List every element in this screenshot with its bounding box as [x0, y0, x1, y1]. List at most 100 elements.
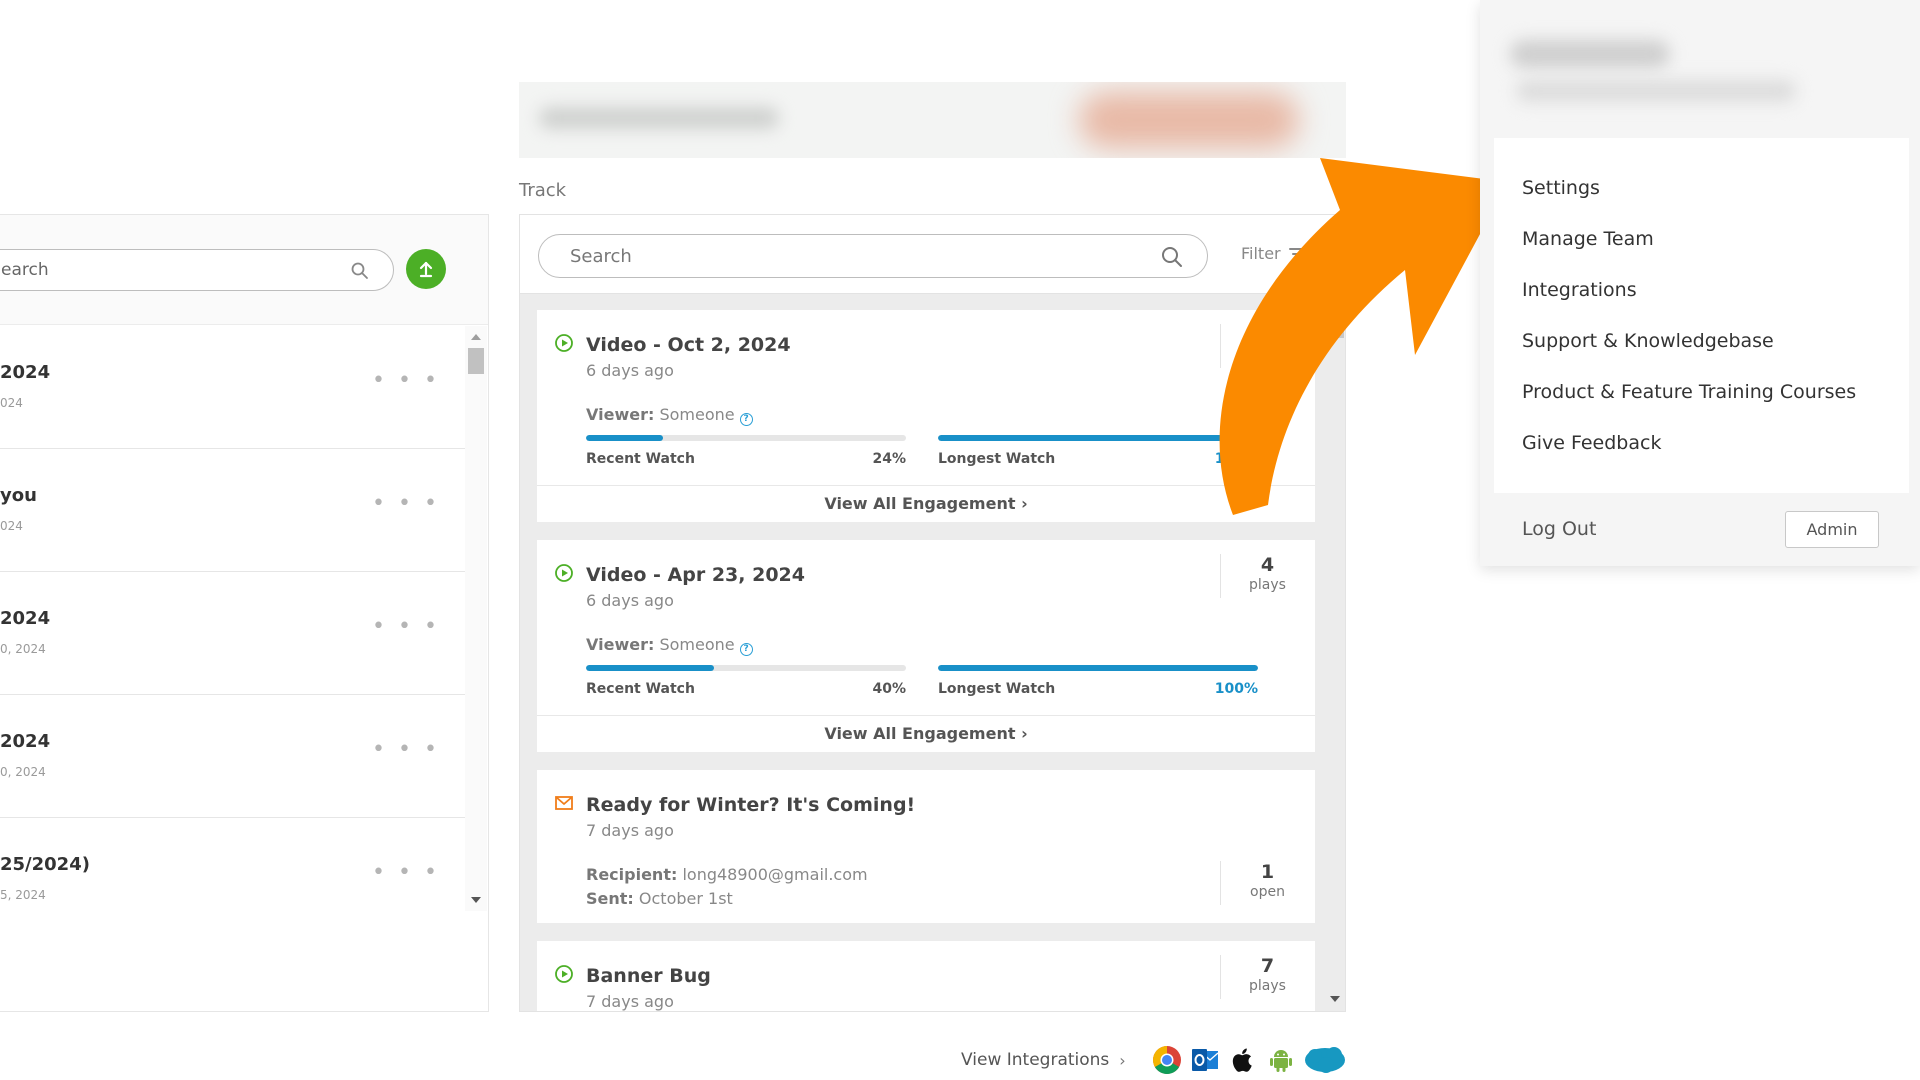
scroll-down-icon[interactable] [471, 897, 481, 903]
help-icon[interactable]: ? [739, 643, 753, 656]
menu-item-integrations[interactable]: Integrations [1522, 279, 1637, 301]
search-icon[interactable] [350, 261, 370, 281]
menu-list: Settings Manage Team Integrations Suppor… [1494, 138, 1909, 493]
open-count: 1 open [1220, 861, 1314, 905]
left-scrollbar[interactable] [465, 326, 487, 911]
blurred-text [539, 107, 779, 129]
card-time: 6 days ago [586, 361, 674, 380]
menu-item-settings[interactable]: Settings [1522, 177, 1600, 199]
list-item[interactable]: 2024 024 • • • [0, 326, 465, 449]
play-count: 7 plays [1220, 955, 1314, 999]
card-time: 6 days ago [586, 591, 674, 610]
help-icon[interactable]: ? [739, 413, 753, 426]
track-label: Track [519, 180, 567, 201]
view-all-engagement-link[interactable]: View All Engagement › [537, 485, 1315, 522]
longest-watch-fill [938, 665, 1258, 671]
integration-icons [1152, 1045, 1346, 1075]
salesforce-icon[interactable] [1304, 1045, 1346, 1075]
more-options-icon[interactable]: • • • [372, 860, 440, 885]
view-integrations-link[interactable]: View Integrations [961, 1050, 1109, 1070]
recent-watch-bar [586, 435, 906, 441]
left-panel: 2024 024 • • • you 024 • • • 2024 0, 202… [0, 214, 489, 1012]
logout-link[interactable]: Log Out [1522, 518, 1596, 540]
upload-button[interactable] [406, 249, 446, 289]
open-count-unit: open [1250, 884, 1285, 900]
list-item-date: 024 [0, 396, 23, 410]
list-item-title: 2024 [0, 731, 51, 752]
card-title: Ready for Winter? It's Coming! [586, 794, 916, 816]
play-count-number: 7 [1260, 955, 1275, 977]
play-icon [555, 334, 573, 352]
engagement-card[interactable]: Video - Apr 23, 2024 6 days ago 4 plays … [537, 540, 1315, 752]
list-item-date: 5, 2024 [0, 888, 46, 902]
list-item-title: 2024 [0, 608, 51, 629]
recent-watch-percent: 24% [872, 451, 906, 467]
sent-label: Sent: [586, 889, 634, 908]
android-icon[interactable] [1266, 1045, 1296, 1075]
engagement-card[interactable]: Ready for Winter? It's Coming! 7 days ag… [537, 770, 1315, 923]
open-count-number: 1 [1260, 861, 1275, 883]
more-options-icon[interactable]: • • • [372, 737, 440, 762]
list-item[interactable]: you 024 • • • [0, 449, 465, 572]
list-item-title: 25/2024) [0, 854, 90, 875]
sent-line: Sent: October 1st [586, 889, 733, 908]
longest-watch-bar [938, 665, 1258, 671]
card-time: 7 days ago [586, 821, 674, 840]
card-title: Video - Apr 23, 2024 [586, 564, 805, 586]
scroll-thumb[interactable] [468, 348, 484, 374]
left-search-input[interactable] [0, 249, 394, 291]
admin-button[interactable]: Admin [1785, 511, 1879, 548]
recipient-line: Recipient: long48900@gmail.com [586, 865, 868, 884]
list-item-title: 2024 [0, 362, 51, 383]
viewer-line: Viewer: Someone? [586, 635, 753, 656]
engagement-card[interactable]: Banner Bug 7 days ago 7 plays [537, 941, 1315, 1011]
list-item[interactable]: 25/2024) 5, 2024 • • • [0, 818, 465, 941]
menu-item-manage-team[interactable]: Manage Team [1522, 228, 1654, 250]
recipient-label: Recipient: [586, 865, 678, 884]
account-dropdown-menu: Settings Manage Team Integrations Suppor… [1480, 0, 1920, 566]
list-item-date: 024 [0, 519, 23, 533]
view-all-engagement-link[interactable]: View All Engagement › [537, 715, 1315, 752]
sent-value: October 1st [638, 889, 733, 908]
play-icon [555, 564, 573, 582]
list-item-title: you [0, 485, 37, 506]
recent-watch-fill [586, 435, 663, 441]
recent-watch-label: Recent Watch [586, 681, 695, 697]
search-icon[interactable] [1160, 245, 1184, 269]
recent-watch-bar [586, 665, 906, 671]
scroll-up-icon[interactable] [471, 334, 481, 340]
recent-watch-percent: 40% [872, 681, 906, 697]
more-options-icon[interactable]: • • • [372, 614, 440, 639]
longest-watch-percent: 100% [1214, 681, 1258, 697]
list-item-date: 0, 2024 [0, 642, 46, 656]
chrome-icon[interactable] [1152, 1045, 1182, 1075]
scroll-down-icon[interactable] [1330, 996, 1340, 1002]
apple-icon[interactable] [1228, 1045, 1258, 1075]
left-search-row [0, 215, 488, 325]
more-options-icon[interactable]: • • • [372, 491, 440, 516]
list-item[interactable]: 2024 0, 2024 • • • [0, 572, 465, 695]
menu-item-support[interactable]: Support & Knowledgebase [1522, 330, 1774, 352]
play-count-unit: plays [1249, 577, 1286, 593]
chevron-right-icon[interactable]: › [1119, 1051, 1125, 1070]
viewer-label: Viewer: [586, 405, 655, 424]
menu-item-give-feedback[interactable]: Give Feedback [1522, 432, 1661, 454]
outlook-icon[interactable] [1190, 1045, 1220, 1075]
viewer-value: Someone [659, 405, 735, 424]
track-search-input[interactable] [538, 234, 1208, 278]
list-item[interactable]: 2024 0, 2024 • • • [0, 695, 465, 818]
menu-item-training-courses[interactable]: Product & Feature Training Courses [1522, 381, 1856, 403]
play-count-unit: plays [1249, 978, 1286, 994]
engagement-card[interactable]: Video - Oct 2, 2024 6 days ago 2 plays V… [537, 310, 1315, 522]
upload-arrow-icon [419, 261, 433, 278]
longest-watch-label: Longest Watch [938, 681, 1056, 697]
play-count: 4 plays [1220, 554, 1314, 598]
list-item-date: 0, 2024 [0, 765, 46, 779]
more-options-icon[interactable]: • • • [372, 368, 440, 393]
blurred-user-name [1510, 40, 1670, 68]
recent-watch-label: Recent Watch [586, 451, 695, 467]
recipient-value: long48900@gmail.com [682, 865, 868, 884]
integrations-bar: View Integrations › [961, 1045, 1346, 1075]
blurred-user-email [1516, 80, 1796, 102]
card-title: Video - Oct 2, 2024 [586, 334, 791, 356]
